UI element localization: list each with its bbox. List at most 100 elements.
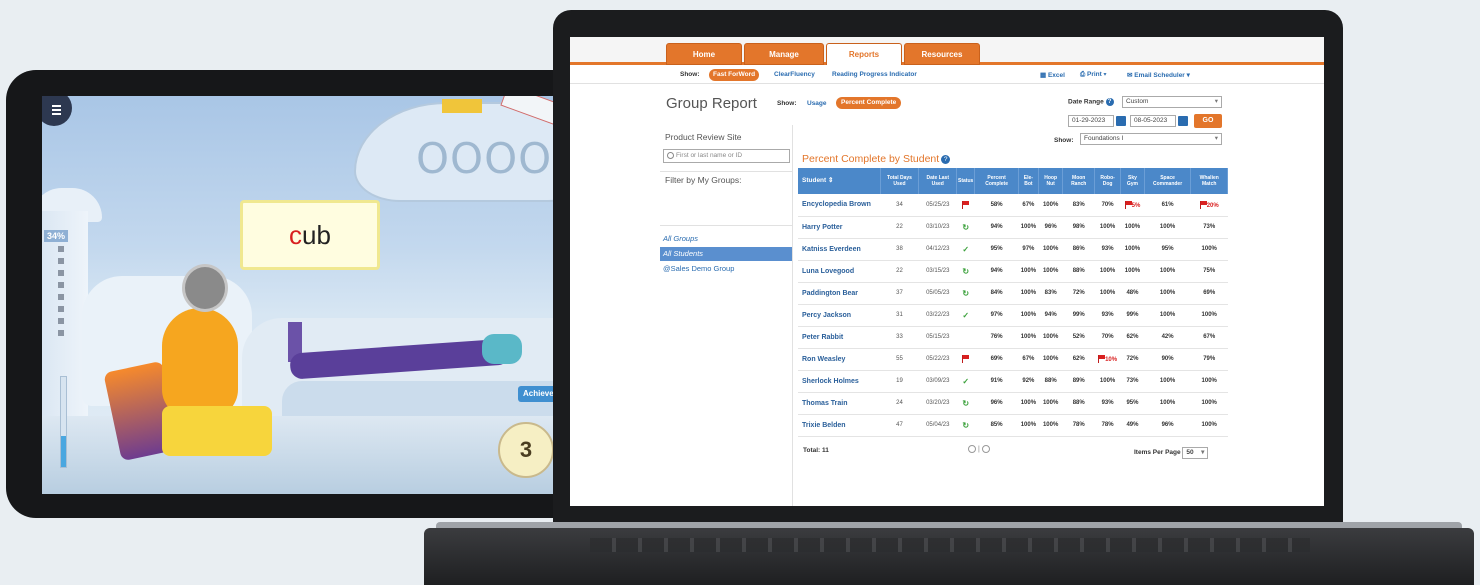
product-fast-forword[interactable]: Fast ForWord <box>709 69 760 81</box>
exercise-percent-cell: 88% <box>1062 260 1095 283</box>
exercise-percent-value: 100% <box>1099 290 1116 296</box>
student-name-link[interactable]: Katniss Everdeen <box>798 238 880 261</box>
student-name-link[interactable]: Trixie Belden <box>798 414 880 437</box>
search-icon <box>667 152 674 159</box>
tab-manage[interactable]: Manage <box>744 43 824 65</box>
calendar-icon[interactable] <box>1178 116 1188 126</box>
date-range-select[interactable]: Custom ▾ <box>1122 96 1222 108</box>
date-last-used-cell: 05/25/23 <box>918 194 957 217</box>
exercise-percent-cell: 100% <box>1120 216 1145 239</box>
exercise-percent-cell: 62% <box>1120 326 1145 349</box>
exercise-percent-cell: 79% <box>1190 348 1228 371</box>
group-sales-demo[interactable]: @Sales Demo Group <box>660 262 792 276</box>
exercise-percent-value: 86% <box>1072 246 1085 252</box>
exercise-percent-cell: 100% <box>1038 194 1063 217</box>
excel-export-button[interactable]: ▦ Excel <box>1040 71 1065 79</box>
total-days-cell: 47 <box>880 414 919 437</box>
exercise-percent-cell: 93% <box>1094 304 1121 327</box>
exercise-percent-cell: 100% <box>1038 326 1063 349</box>
student-name-link[interactable]: Thomas Train <box>798 392 880 415</box>
student-name-link[interactable]: Percy Jackson <box>798 304 880 327</box>
exercise-percent-value: 100% <box>1124 246 1141 252</box>
exercise-percent-value: 67% <box>1203 334 1216 340</box>
student-name-link[interactable]: Ron Weasley <box>798 348 880 371</box>
student-name-link[interactable]: Harry Potter <box>798 216 880 239</box>
help-icon[interactable]: ? <box>1105 98 1114 106</box>
student-name-link[interactable]: Paddington Bear <box>798 282 880 305</box>
hamburger-menu-button[interactable] <box>42 96 72 126</box>
status-cell: ↻ <box>956 414 975 437</box>
exercise-percent-value: 100% <box>1201 378 1217 384</box>
student-name-link[interactable]: Luna Lovegood <box>798 260 880 283</box>
excel-label: Excel <box>1047 72 1065 79</box>
flag-icon <box>962 200 970 209</box>
student-name-link[interactable]: Encyclopedia Brown <box>798 194 880 217</box>
end-date-input[interactable]: 08-05-2023 <box>1130 115 1176 127</box>
exercise-percent-cell: 96% <box>1038 216 1063 239</box>
exercise-percent-value: 79% <box>1203 356 1216 362</box>
group-all-groups[interactable]: All Groups <box>660 232 792 246</box>
student-search-input[interactable]: First or last name or ID <box>663 149 790 163</box>
exercise-percent-cell: 72% <box>1062 282 1095 305</box>
tab-reports[interactable]: Reports <box>826 43 902 65</box>
print-button[interactable]: ⎙ Print ▾ <box>1080 71 1106 79</box>
column-header: Moon Ranch <box>1062 168 1095 194</box>
prev-page-button[interactable] <box>968 445 976 453</box>
exercise-percent-value: 100% <box>1042 268 1059 274</box>
exercise-percent-value: 61% <box>1161 201 1174 208</box>
product-filter-select[interactable]: Foundations I ▾ <box>1080 133 1222 145</box>
exercise-percent-value: 100% <box>1020 422 1037 428</box>
email-scheduler-button[interactable]: ✉ Email Scheduler ▾ <box>1127 71 1190 79</box>
exercise-percent-value: 100% <box>1042 356 1059 362</box>
go-button[interactable]: GO <box>1194 114 1222 128</box>
exercise-percent-value: 100% <box>1099 268 1116 274</box>
exercise-percent-cell: 95% <box>1120 392 1145 415</box>
exercise-percent-value: 78% <box>1101 422 1114 428</box>
date-last-used-cell: 05/22/23 <box>918 348 957 371</box>
exercise-percent-value: 100% <box>1042 334 1059 340</box>
view-usage-link[interactable]: Usage <box>807 100 827 107</box>
product-filter-value: Foundations I <box>1084 135 1124 142</box>
student-name-link[interactable]: Sherlock Holmes <box>798 370 880 393</box>
group-all-students[interactable]: All Students <box>660 247 792 261</box>
exercise-percent-value: 100% <box>1020 312 1037 318</box>
tab-home[interactable]: Home <box>666 43 742 65</box>
status-cell <box>956 348 975 371</box>
calendar-icon[interactable] <box>1116 116 1126 126</box>
exercise-percent-cell: 83% <box>1038 282 1063 305</box>
exercise-percent-value: 70% <box>1101 334 1114 340</box>
product-rpi[interactable]: Reading Progress Indicator <box>832 71 917 78</box>
exercise-percent-cell: 100% <box>1190 414 1228 437</box>
next-page-button[interactable] <box>981 445 990 453</box>
start-date-input[interactable]: 01-29-2023 <box>1068 115 1114 127</box>
table-row: Percy Jackson 31 03/22/23 ✓ 97% 100% 94% 99% 93%… <box>798 304 1228 327</box>
exercise-percent-cell: 93% <box>1094 238 1121 261</box>
status-cell: ✓ <box>956 238 975 261</box>
exercise-percent-cell: 100% <box>1094 370 1121 393</box>
view-percent-complete-button[interactable]: Percent Complete <box>836 97 902 109</box>
divider <box>660 171 792 172</box>
search-placeholder: First or last name or ID <box>676 152 743 159</box>
column-header: Percent Complete <box>974 168 1019 194</box>
exercise-percent-cell: 67% <box>1018 348 1039 371</box>
exercise-percent-value: 100% <box>1099 378 1116 384</box>
report-title: Percent Complete by Student? <box>802 153 951 165</box>
exercise-percent-cell: 88% <box>1038 370 1063 393</box>
tab-resources[interactable]: Resources <box>904 43 980 65</box>
exercise-percent-value: 88% <box>1072 400 1085 406</box>
student-name-link[interactable]: Peter Rabbit <box>798 326 880 349</box>
date-last-used-cell: 04/12/23 <box>918 238 957 261</box>
column-header: Sky Gym <box>1120 168 1145 194</box>
word-card[interactable]: cub <box>240 200 380 270</box>
exercise-percent-cell: 92% <box>1018 370 1039 393</box>
total-days-cell: 24 <box>880 392 919 415</box>
percent-complete-cell: 76% <box>974 326 1019 349</box>
date-range-label: Date Range ? <box>1068 98 1114 106</box>
items-per-page-select[interactable]: 50 ▾ <box>1182 447 1209 459</box>
product-clearfluency[interactable]: ClearFluency <box>774 71 815 78</box>
exercise-percent-cell: 83% <box>1062 194 1095 217</box>
column-header-student[interactable]: Student ⇕ <box>798 168 881 194</box>
help-icon[interactable]: ? <box>941 154 951 164</box>
penguin-character <box>162 308 238 418</box>
exercise-percent-cell: 10% <box>1094 348 1121 371</box>
